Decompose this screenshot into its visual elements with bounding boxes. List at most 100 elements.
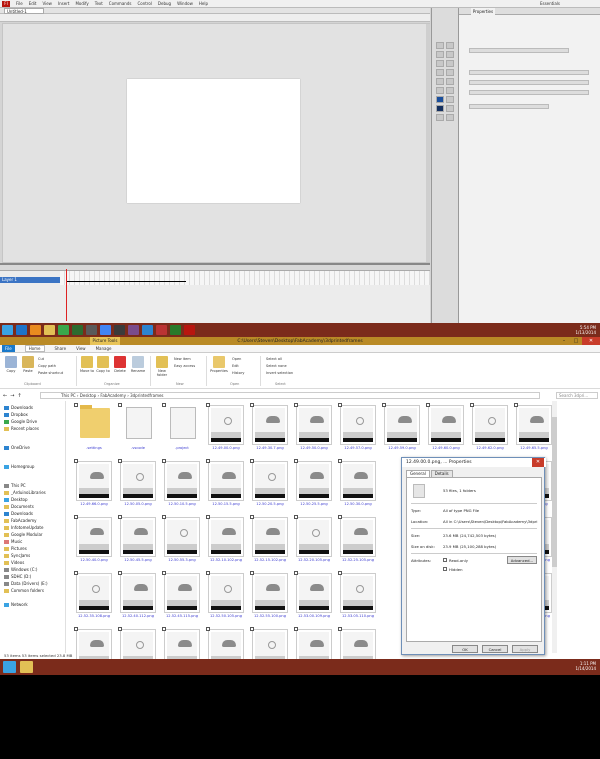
app7-icon[interactable] xyxy=(156,325,167,335)
menu-control[interactable]: Control xyxy=(137,1,151,6)
nav-item[interactable]: Network xyxy=(4,602,28,607)
advanced-button[interactable]: Advanced... xyxy=(507,556,537,564)
file-thumbnail[interactable]: 12.52.25.105.png xyxy=(338,515,376,565)
nav-item[interactable]: Data (Drivers) (E:) xyxy=(4,581,48,586)
copy-button[interactable]: Copy xyxy=(4,356,18,373)
file-thumbnail[interactable]: 12.49.66.0.png xyxy=(74,459,112,509)
rename-button[interactable]: Rename xyxy=(130,356,146,373)
file-thumbnail[interactable]: 12.50.25.5.png xyxy=(294,459,332,509)
menu-modify[interactable]: Modify xyxy=(75,1,88,6)
select-checkbox[interactable] xyxy=(118,515,122,519)
lasso-tool-icon[interactable] xyxy=(436,60,444,67)
app6-icon[interactable] xyxy=(142,325,153,335)
tab-file[interactable]: File xyxy=(2,345,15,352)
nav-item[interactable]: Windows (C:) xyxy=(4,567,37,572)
menu-view[interactable]: View xyxy=(42,1,52,6)
nav-item[interactable]: Desktop xyxy=(4,497,28,502)
select-checkbox[interactable] xyxy=(118,459,122,463)
select-checkbox[interactable] xyxy=(382,403,386,407)
select-checkbox[interactable] xyxy=(250,403,254,407)
app2-icon[interactable] xyxy=(86,325,97,335)
layer-row[interactable]: Layer 1 xyxy=(0,277,60,283)
stroke-color-icon[interactable] xyxy=(436,96,444,103)
file-thumbnail[interactable]: 12.49.65.5.png xyxy=(514,403,552,453)
fill-color-icon[interactable] xyxy=(436,105,444,112)
select-checkbox[interactable] xyxy=(294,627,298,631)
flash-taskbar-icon[interactable] xyxy=(184,325,195,335)
select-checkbox[interactable] xyxy=(162,627,166,631)
select-checkbox[interactable] xyxy=(206,403,210,407)
text-tool-icon[interactable] xyxy=(436,69,444,76)
file-thumbnail[interactable]: 12.49.00.0.png xyxy=(206,403,244,453)
select-checkbox[interactable] xyxy=(74,515,78,519)
file-thumbnail[interactable]: 12.52.45.115.png xyxy=(162,571,200,621)
file-thumbnail[interactable]: 12.52.20.105.png xyxy=(294,515,332,565)
readonly-checkbox[interactable] xyxy=(443,558,447,562)
nav-item[interactable]: Common folders xyxy=(4,588,44,593)
select-checkbox[interactable] xyxy=(426,403,430,407)
address-bar[interactable]: This PC › Desktop › FabAcademy › 3dprint… xyxy=(40,392,540,399)
nav-item[interactable]: This PC xyxy=(4,483,26,488)
firefox-icon[interactable] xyxy=(30,325,41,335)
file-thumbnail[interactable]: .project xyxy=(162,403,200,453)
nav-item[interactable]: FabAcademy xyxy=(4,518,37,523)
select-checkbox[interactable] xyxy=(162,403,166,407)
playhead[interactable] xyxy=(66,269,67,321)
selection-tool-icon[interactable] xyxy=(436,42,444,49)
select-checkbox[interactable] xyxy=(118,627,122,631)
menu-insert[interactable]: Insert xyxy=(58,1,69,6)
file-thumbnail[interactable]: 12.52.50.105.png xyxy=(206,571,244,621)
menu-window[interactable]: Window xyxy=(177,1,193,6)
file-thumbnail[interactable]: 12.50.45.5.png xyxy=(118,515,156,565)
delete-button[interactable]: Delete xyxy=(113,356,127,373)
zoom-tool-icon[interactable] xyxy=(446,114,454,121)
select-checkbox[interactable] xyxy=(250,459,254,463)
select-checkbox[interactable] xyxy=(206,571,210,575)
select-checkbox[interactable] xyxy=(338,459,342,463)
select-checkbox[interactable] xyxy=(162,571,166,575)
dialog-close-icon[interactable]: ✕ xyxy=(532,458,544,467)
nav-item[interactable]: Music xyxy=(4,539,22,544)
select-checkbox[interactable] xyxy=(470,403,474,407)
file-thumbnail[interactable]: 12.52.15.102.png xyxy=(250,515,288,565)
file-thumbnail[interactable]: 12.49.57.0.png xyxy=(338,403,376,453)
select-checkbox[interactable] xyxy=(250,627,254,631)
file-thumbnail[interactable]: 12.52.35.108.png xyxy=(74,571,112,621)
up-icon[interactable]: ↑ xyxy=(17,393,21,399)
menu-text[interactable]: Text xyxy=(95,1,103,6)
select-checkbox[interactable] xyxy=(74,571,78,575)
publish-settings-row[interactable] xyxy=(469,70,589,75)
eraser-tool-icon[interactable] xyxy=(446,105,454,112)
eyedropper-tool-icon[interactable] xyxy=(446,96,454,103)
app5-icon[interactable] xyxy=(128,325,139,335)
start-icon[interactable] xyxy=(3,661,16,673)
select-checkbox[interactable] xyxy=(162,459,166,463)
select-checkbox[interactable] xyxy=(294,571,298,575)
nav-item[interactable]: Google Modular xyxy=(4,532,43,537)
profile-row[interactable] xyxy=(469,90,589,95)
line-tool-icon[interactable] xyxy=(446,69,454,76)
forward-icon[interactable]: → xyxy=(10,393,14,399)
select-checkbox[interactable] xyxy=(206,515,210,519)
nav-item[interactable]: Documents xyxy=(4,504,34,509)
ok-button[interactable]: OK xyxy=(452,645,478,653)
tab-manage[interactable]: Manage xyxy=(96,346,112,351)
file-thumbnail[interactable]: 12.50.40.0.png xyxy=(74,515,112,565)
new-folder-button[interactable]: New folder xyxy=(154,356,170,377)
subselection-tool-icon[interactable] xyxy=(446,42,454,49)
bone-tool-icon[interactable] xyxy=(446,87,454,94)
select-checkbox[interactable] xyxy=(338,515,342,519)
select-checkbox[interactable] xyxy=(74,459,78,463)
player-row[interactable] xyxy=(469,80,589,85)
3d-rotation-tool-icon[interactable] xyxy=(446,51,454,58)
nav-item[interactable]: _ArduinoLibraries xyxy=(4,490,46,495)
paste-shortcut-button[interactable]: Paste shortcut xyxy=(38,371,63,375)
start-icon[interactable] xyxy=(2,325,13,335)
select-checkbox[interactable] xyxy=(118,571,122,575)
stage[interactable] xyxy=(127,79,300,203)
workspace-switcher[interactable]: Essentials xyxy=(540,1,560,6)
menu-file[interactable]: File xyxy=(16,1,23,6)
rectangle-tool-icon[interactable] xyxy=(436,78,444,85)
file-thumbnail[interactable]: .settings xyxy=(74,403,112,453)
nav-item[interactable]: Google Drive xyxy=(4,419,37,424)
